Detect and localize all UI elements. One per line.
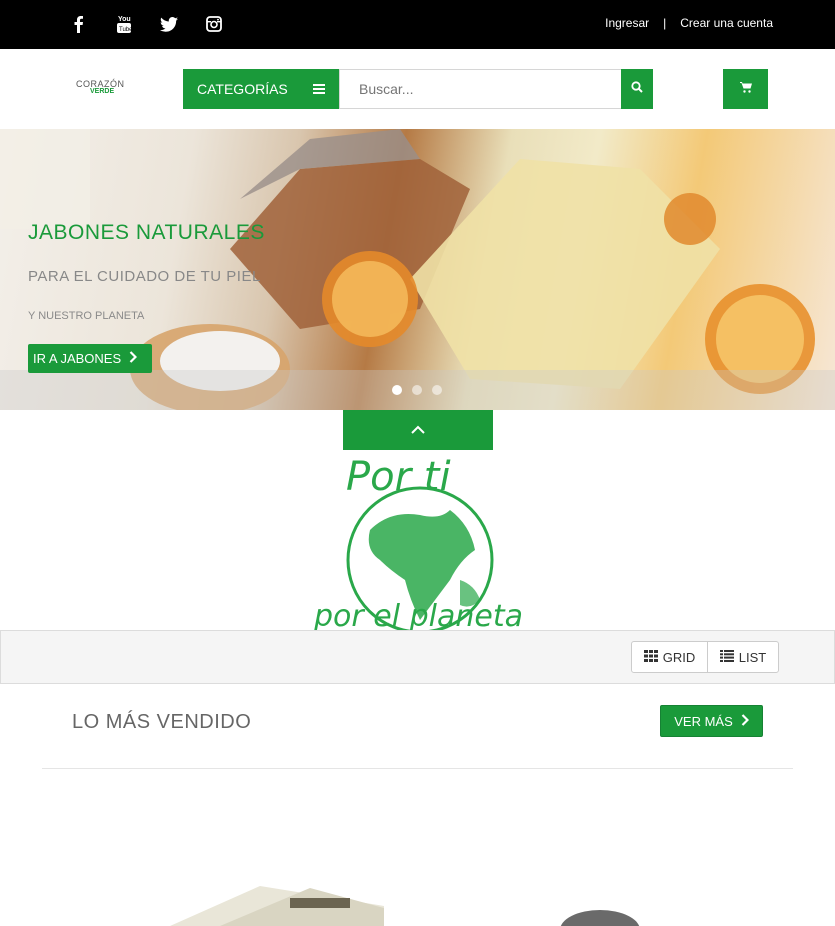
slider-dot[interactable] bbox=[412, 385, 422, 395]
see-more-label: VER MÁS bbox=[674, 713, 733, 729]
grid-icon bbox=[643, 649, 658, 665]
view-toolbar: GRID LIST bbox=[0, 630, 835, 684]
globe-logo: Por ti por el planeta bbox=[310, 450, 525, 630]
categories-button[interactable]: CATEGORÍAS bbox=[183, 69, 339, 109]
chevron-right-icon bbox=[741, 713, 749, 729]
menu-icon bbox=[313, 81, 325, 97]
grid-view-button[interactable]: GRID bbox=[631, 641, 708, 673]
chevron-up-icon bbox=[411, 421, 425, 439]
slider-dot[interactable] bbox=[432, 385, 442, 395]
separator: | bbox=[663, 16, 667, 30]
hero-slider: JABONES NATURALES PARA EL CUIDADO DE TU … bbox=[0, 129, 835, 410]
globe-text-bottom: por el planeta bbox=[313, 599, 523, 630]
instagram-icon[interactable] bbox=[202, 12, 226, 36]
list-view-label: LIST bbox=[738, 649, 767, 665]
header: CORAZÓN VERDE CATEGORÍAS bbox=[0, 49, 835, 129]
login-link[interactable]: Ingresar bbox=[605, 16, 649, 30]
hero-subtitle-secondary: Y NUESTRO PLANETA bbox=[28, 310, 145, 322]
product-image[interactable] bbox=[560, 898, 640, 926]
logo-text-bottom: VERDE bbox=[90, 88, 115, 95]
facebook-icon[interactable] bbox=[66, 12, 90, 36]
hero-cta-label: IR A JABONES bbox=[33, 351, 122, 366]
site-logo[interactable]: CORAZÓN VERDE bbox=[76, 79, 136, 101]
slider-dots bbox=[392, 385, 442, 395]
chevron-right-icon bbox=[129, 351, 138, 366]
search-input[interactable] bbox=[339, 69, 621, 109]
svg-text:You: You bbox=[118, 16, 131, 23]
cart-icon bbox=[739, 80, 752, 98]
top-bar: Tube You Ingresar | Crear una cuenta bbox=[0, 0, 835, 49]
collapse-slider-button[interactable] bbox=[343, 410, 493, 450]
twitter-icon[interactable] bbox=[157, 12, 181, 36]
svg-text:Tube: Tube bbox=[119, 27, 132, 33]
slider-dot[interactable] bbox=[392, 385, 402, 395]
section-title: LO MÁS VENDIDO bbox=[72, 711, 252, 733]
grid-view-label: GRID bbox=[662, 649, 696, 665]
account-links: Ingresar | Crear una cuenta bbox=[605, 16, 773, 30]
cart-button[interactable] bbox=[723, 69, 768, 109]
search-icon bbox=[631, 80, 643, 98]
globe-illustration: Por ti por el planeta bbox=[313, 454, 523, 630]
youtube-icon[interactable]: Tube You bbox=[112, 12, 136, 36]
hero-cta-button[interactable]: IR A JABONES bbox=[28, 344, 152, 373]
list-view-button[interactable]: LIST bbox=[707, 641, 779, 673]
register-link[interactable]: Crear una cuenta bbox=[680, 16, 773, 30]
section-divider bbox=[42, 768, 793, 769]
hero-subtitle: PARA EL CUIDADO DE TU PIEL bbox=[28, 268, 261, 285]
list-icon bbox=[719, 649, 734, 665]
categories-label: CATEGORÍAS bbox=[197, 81, 288, 97]
hero-title: JABONES NATURALES bbox=[28, 221, 265, 244]
product-image[interactable] bbox=[150, 886, 384, 926]
search-button[interactable] bbox=[621, 69, 653, 109]
see-more-button[interactable]: VER MÁS bbox=[660, 705, 763, 737]
